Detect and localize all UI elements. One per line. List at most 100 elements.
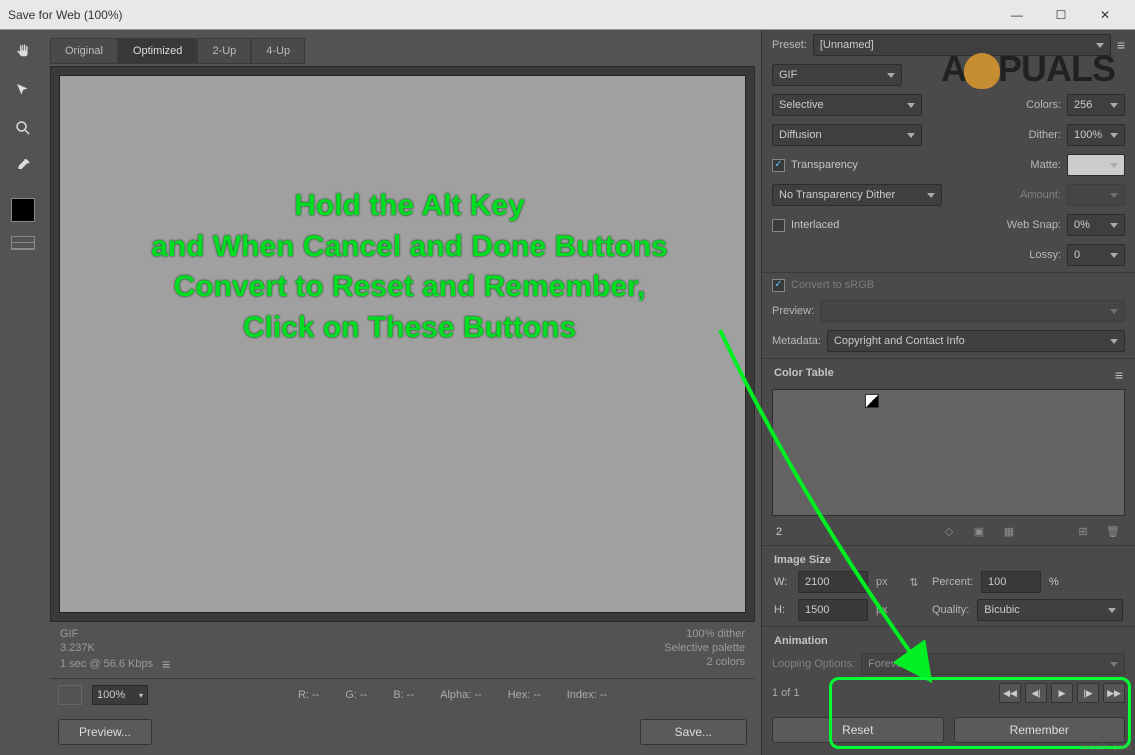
percent-label: Percent: [932, 576, 973, 588]
pixel-readout: 100%▾ R: -- G: -- B: -- Alpha: -- Hex: -… [50, 678, 755, 711]
preview-tabs: Original Optimized 2-Up 4-Up [50, 38, 755, 64]
metadata-label: Metadata: [772, 335, 821, 347]
format-dropdown[interactable]: GIF [772, 64, 902, 86]
zoom-tool[interactable] [8, 116, 38, 140]
info-filesize: 3.237K [60, 642, 664, 654]
reduction-dropdown[interactable]: Selective [772, 94, 922, 116]
preview-label: Preview: [772, 305, 814, 317]
preset-dropdown[interactable]: [Unnamed] [813, 34, 1111, 56]
height-label: H: [774, 604, 790, 616]
settings-panel: Preset: [Unnamed] GIF Selective Colors: … [761, 30, 1135, 755]
preview-image [59, 75, 746, 613]
quality-dropdown[interactable]: Bicubic [977, 599, 1123, 621]
colors-label: Colors: [1026, 99, 1061, 111]
info-dither: 100% dither [664, 628, 745, 640]
percent-input[interactable]: 100 [981, 571, 1041, 593]
main-column: Original Optimized 2-Up 4-Up GIF 3.237K … [46, 30, 761, 755]
reset-button[interactable]: Reset [772, 717, 944, 743]
readout-index: Index: -- [567, 689, 607, 701]
quality-label: Quality: [932, 604, 969, 616]
first-frame-button[interactable]: ◀◀ [999, 683, 1021, 703]
amount-dropdown [1067, 184, 1125, 206]
tab-2up[interactable]: 2-Up [197, 38, 251, 64]
map-transparent-icon[interactable]: ▦ [1001, 525, 1017, 538]
metadata-dropdown[interactable]: Copyright and Contact Info [827, 330, 1125, 352]
animation-title: Animation [762, 629, 1135, 649]
matte-label: Matte: [1030, 159, 1061, 171]
tool-strip [0, 30, 46, 755]
height-input[interactable]: 1500 [798, 599, 868, 621]
colortable-title: Color Table [774, 367, 834, 383]
link-dimensions-icon[interactable]: ⇅ [904, 576, 924, 589]
close-button[interactable]: ✕ [1083, 0, 1127, 30]
title-bar: Save for Web (100%) — ☐ ✕ [0, 0, 1135, 30]
websnap-dropdown[interactable]: 0% [1067, 214, 1125, 236]
dither-dropdown[interactable]: 100% [1067, 124, 1125, 146]
new-color-icon[interactable]: ⊞ [1075, 525, 1091, 538]
width-label: W: [774, 576, 790, 588]
last-frame-button[interactable]: ▶▶ [1103, 683, 1125, 703]
preview-menu-icon[interactable] [157, 656, 175, 672]
next-frame-button[interactable]: |▶ [1077, 683, 1099, 703]
minimize-button[interactable]: — [995, 0, 1039, 30]
eyedropper-color-swatch[interactable] [11, 198, 35, 222]
transparency-checkbox[interactable]: ✓ [772, 159, 785, 172]
remember-button[interactable]: Remember [954, 717, 1126, 743]
preset-flyout-icon[interactable] [1117, 37, 1125, 53]
info-readout: GIF 3.237K 1 sec @ 56.6 Kbps 100% dither… [50, 622, 755, 678]
websnap-label: Web Snap: [1007, 219, 1061, 231]
colortable-count: 2 [776, 526, 782, 538]
lock-color-icon[interactable]: ▣ [971, 525, 987, 538]
readout-alpha: Alpha: -- [440, 689, 482, 701]
delete-color-icon[interactable]: 🗑 [1105, 525, 1121, 538]
lossy-label: Lossy: [1029, 249, 1061, 261]
tab-optimized[interactable]: Optimized [118, 38, 198, 64]
color-table[interactable] [772, 389, 1125, 516]
prev-frame-button[interactable]: ◀| [1025, 683, 1047, 703]
info-format: GIF [60, 628, 664, 640]
tab-original[interactable]: Original [50, 38, 118, 64]
snap-web-icon[interactable]: ◇ [941, 525, 957, 538]
zoom-dropdown[interactable]: 100%▾ [92, 685, 148, 705]
looping-label: Looping Options: [772, 658, 855, 670]
interlaced-checkbox[interactable] [772, 219, 785, 232]
slice-visibility-toggle[interactable] [11, 236, 35, 250]
readout-g: G: -- [345, 689, 367, 701]
info-palette: Selective palette [664, 642, 745, 654]
colors-dropdown[interactable]: 256 [1067, 94, 1125, 116]
colortable-flyout-icon[interactable] [1115, 367, 1123, 383]
preview-canvas[interactable] [50, 66, 755, 622]
amount-label: Amount: [1020, 189, 1061, 201]
imagesize-title: Image Size [762, 548, 1135, 568]
transparency-label: Transparency [791, 159, 858, 171]
matte-dropdown[interactable] [1067, 154, 1125, 176]
eyedropper-tool[interactable] [8, 154, 38, 178]
tab-4up[interactable]: 4-Up [251, 38, 305, 64]
dither-method-dropdown[interactable]: Diffusion [772, 124, 922, 146]
looping-dropdown[interactable]: Forever [861, 653, 1125, 675]
preset-label: Preset: [772, 39, 807, 51]
save-button[interactable]: Save... [640, 719, 747, 745]
slice-select-tool[interactable] [8, 78, 38, 102]
play-button[interactable]: ▶ [1051, 683, 1073, 703]
hand-tool[interactable] [8, 40, 38, 64]
bottom-buttons: Preview... Save... [50, 711, 755, 755]
convert-srgb-label: Convert to sRGB [791, 279, 874, 291]
readout-r: R: -- [298, 689, 319, 701]
maximize-button[interactable]: ☐ [1039, 0, 1083, 30]
dither-label: Dither: [1029, 129, 1061, 141]
convert-srgb-checkbox[interactable]: ✓ [772, 279, 785, 292]
info-speed: 1 sec @ 56.6 Kbps [60, 658, 153, 670]
lossy-dropdown[interactable]: 0 [1067, 244, 1125, 266]
preview-dropdown[interactable] [820, 300, 1125, 322]
color-swatch-icon [865, 394, 879, 408]
readout-b: B: -- [393, 689, 414, 701]
preview-button[interactable]: Preview... [58, 719, 152, 745]
info-colors: 2 colors [664, 656, 745, 668]
width-input[interactable]: 2100 [798, 571, 868, 593]
swatch-readout [58, 685, 82, 705]
transparency-dither-dropdown[interactable]: No Transparency Dither [772, 184, 942, 206]
window-title: Save for Web (100%) [8, 8, 123, 22]
interlaced-label: Interlaced [791, 219, 839, 231]
readout-hex: Hex: -- [508, 689, 541, 701]
